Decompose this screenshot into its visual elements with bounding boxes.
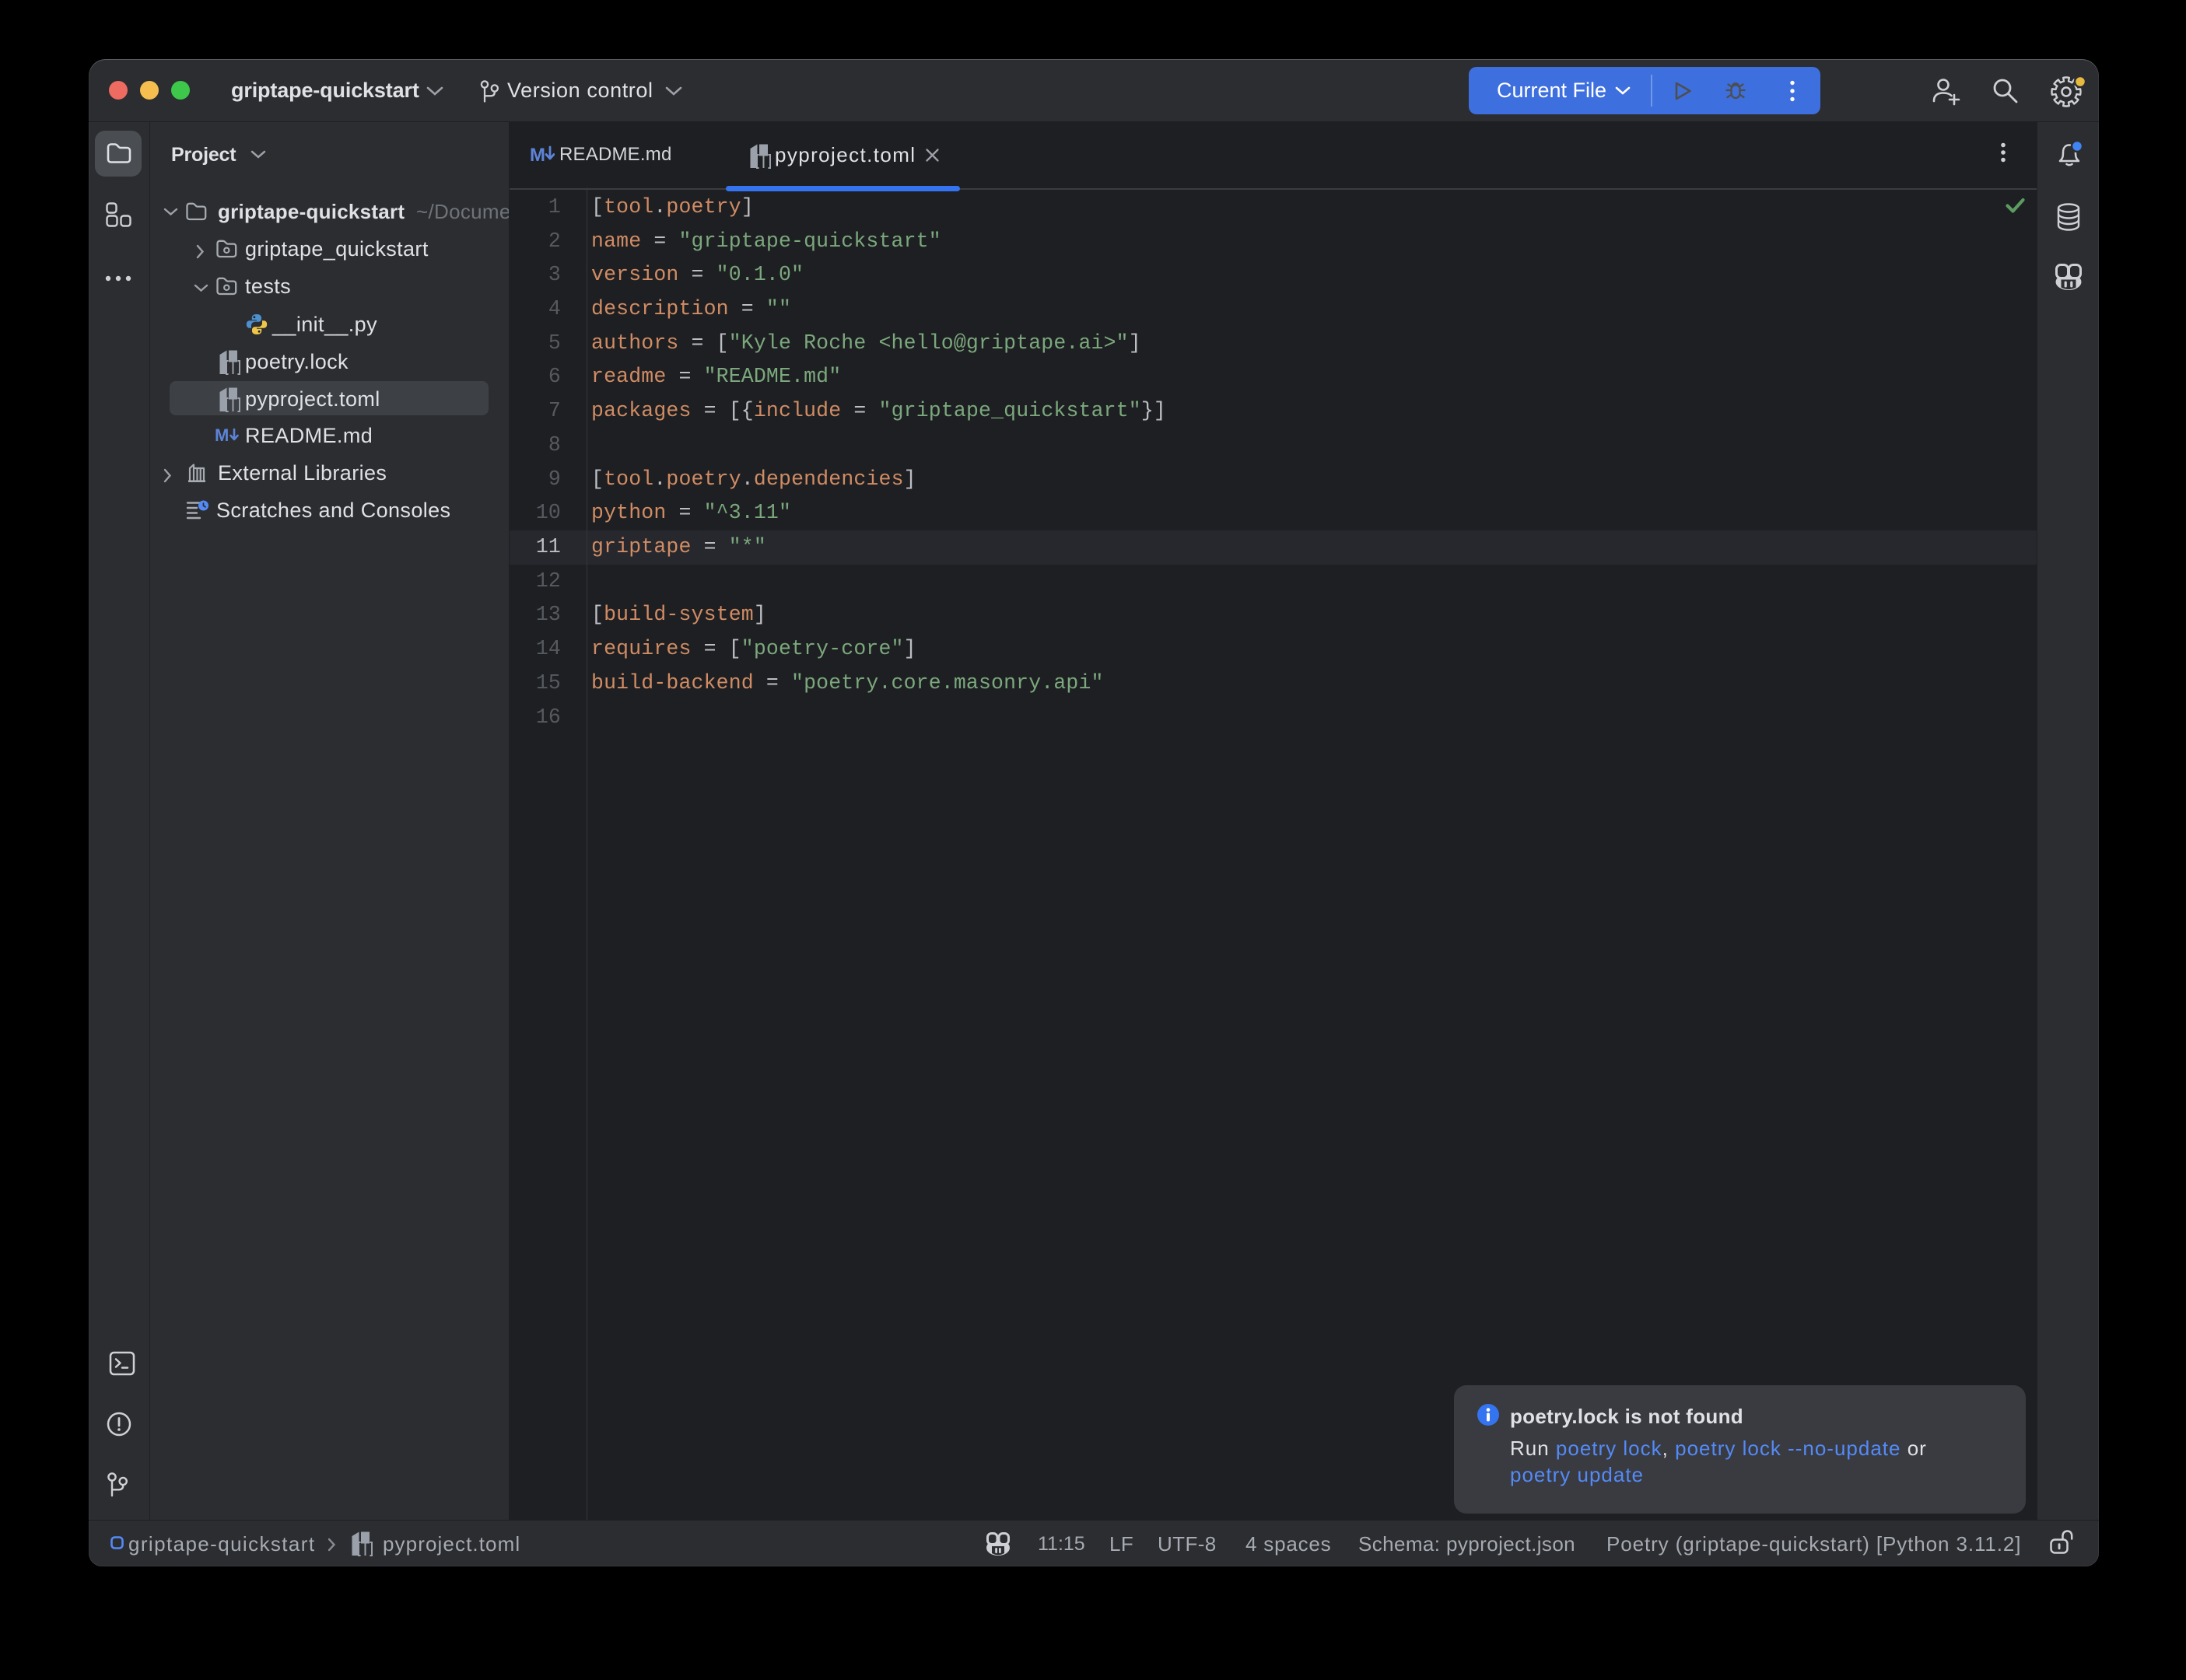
svg-text:M: M [215, 426, 229, 445]
svg-text:M: M [530, 145, 545, 165]
